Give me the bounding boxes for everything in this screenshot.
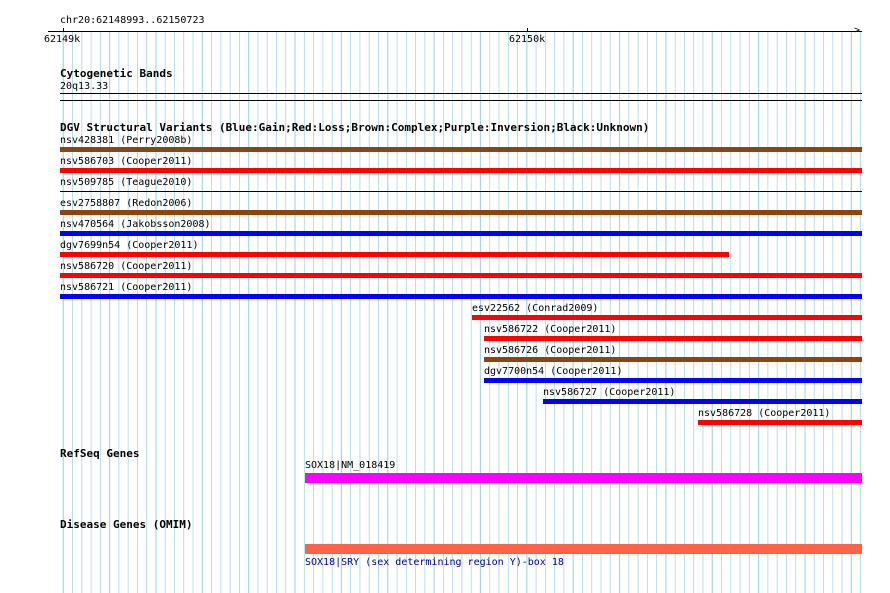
ruler-region-label: chr20:62148993..62150723 (60, 15, 205, 26)
dgv-variant-bar[interactable] (60, 273, 862, 278)
dgv-variant-bar[interactable] (543, 399, 862, 404)
refseq-track-title[interactable]: RefSeq Genes (60, 448, 139, 460)
omim-track-title[interactable]: Disease Genes (OMIM) (60, 519, 192, 531)
dgv-variant-bar[interactable] (60, 252, 729, 257)
ruler-tick-mark (527, 28, 528, 32)
omim-gene-bar[interactable] (305, 544, 862, 554)
cytoband-border-top (60, 93, 862, 94)
dgv-variant-bar[interactable] (698, 420, 862, 425)
dgv-variant-bar[interactable] (472, 315, 862, 320)
dgv-variant-label[interactable]: nsv586703 (Cooper2011) (60, 156, 192, 168)
grid-lines (62, 31, 862, 593)
cytoband-track-title[interactable]: Cytogenetic Bands (60, 68, 173, 80)
dgv-variant-bar[interactable] (60, 191, 862, 192)
genome-browser-view: chr20:62148993..62150723 > 62149k 62150k… (0, 0, 890, 593)
dgv-variant-label[interactable]: nsv470564 (Jakobsson2008) (60, 219, 211, 231)
cytoband-border-bottom (60, 100, 862, 101)
dgv-variant-label[interactable]: nsv586726 (Cooper2011) (484, 345, 616, 357)
ruler-axis-line (48, 31, 862, 32)
dgv-variant-bar[interactable] (60, 294, 862, 299)
dgv-variant-label[interactable]: nsv428381 (Perry2008b) (60, 135, 192, 147)
cytoband-label: 20q13.33 (60, 81, 109, 92)
dgv-variant-label[interactable]: dgv7699n54 (Cooper2011) (60, 240, 198, 252)
omim-gene-label[interactable]: SOX18|SRY (sex determining region Y)-box… (305, 557, 564, 569)
dgv-variant-bar[interactable] (60, 168, 862, 173)
dgv-variant-bar[interactable] (60, 147, 862, 152)
dgv-variant-bar[interactable] (60, 231, 862, 236)
dgv-variant-label[interactable]: nsv586727 (Cooper2011) (543, 387, 675, 399)
dgv-variant-label[interactable]: nsv586721 (Cooper2011) (60, 282, 192, 294)
dgv-variant-label[interactable]: nsv586720 (Cooper2011) (60, 261, 192, 273)
ruler-tick-label: 62149k (44, 34, 81, 45)
ruler-tick-label: 62150k (509, 34, 546, 45)
dgv-variant-label[interactable]: esv22562 (Conrad2009) (472, 303, 598, 315)
dgv-variant-label[interactable]: dgv7700n54 (Cooper2011) (484, 366, 622, 378)
dgv-variant-label[interactable]: esv2758807 (Redon2006) (60, 198, 192, 210)
refseq-gene-bar[interactable] (305, 473, 862, 483)
refseq-gene-label[interactable]: SOX18|NM_018419 (305, 460, 395, 472)
ruler-tick-mark (63, 28, 64, 32)
dgv-track-title[interactable]: DGV Structural Variants (Blue:Gain;Red:L… (60, 122, 649, 134)
dgv-variant-bar[interactable] (484, 336, 862, 341)
dgv-variant-label[interactable]: nsv509785 (Teague2010) (60, 177, 192, 189)
dgv-variant-bar[interactable] (484, 357, 862, 362)
dgv-variant-label[interactable]: nsv586722 (Cooper2011) (484, 324, 616, 336)
dgv-variant-label[interactable]: nsv586728 (Cooper2011) (698, 408, 830, 420)
dgv-variant-bar[interactable] (484, 378, 862, 383)
ruler-arrow-icon: > (854, 25, 861, 36)
dgv-variant-bar[interactable] (60, 210, 862, 215)
